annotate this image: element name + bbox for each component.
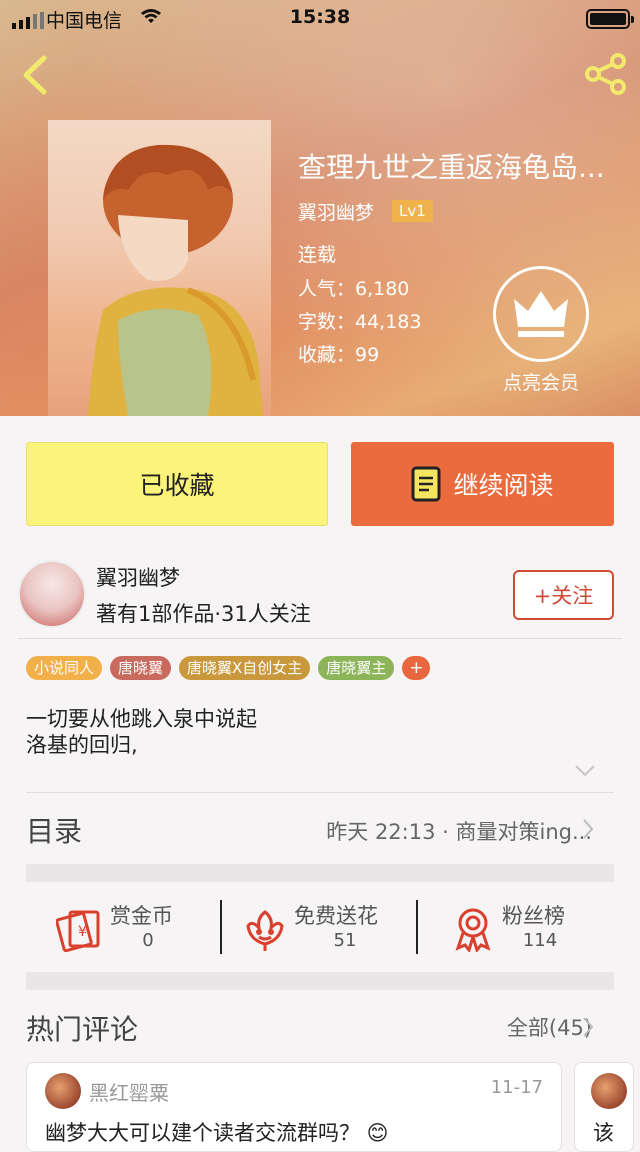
author-name[interactable]: 翼羽幽梦 bbox=[96, 562, 180, 592]
add-tag-button[interactable]: + bbox=[402, 656, 431, 680]
serial-status: 连载 bbox=[298, 244, 337, 266]
latest-chapter[interactable]: 昨天 22:13 · 商量对策ing... bbox=[326, 816, 592, 846]
ribbon-medal-icon bbox=[455, 908, 491, 952]
book-icon bbox=[411, 466, 441, 502]
tag-item[interactable]: 小说同人 bbox=[26, 656, 103, 680]
tag-item[interactable]: 唐晓翼X自创女主 bbox=[179, 656, 311, 680]
commenter-avatar[interactable] bbox=[45, 1073, 81, 1109]
summary-line: 洛基的回归, bbox=[26, 733, 138, 757]
cover-illustration bbox=[88, 144, 263, 416]
hot-comments-heading: 热门评论 bbox=[26, 1013, 139, 1046]
flower-icon bbox=[246, 910, 284, 951]
continue-reading-button[interactable]: 继续阅读 bbox=[351, 442, 614, 526]
author-stats: 著有1部作品·31人关注 bbox=[96, 602, 311, 626]
fan-ranking-value: 114 bbox=[522, 930, 558, 951]
chevron-right-icon[interactable] bbox=[582, 1016, 594, 1038]
book-title: 查理九世之重返海龟岛... bbox=[298, 151, 605, 184]
all-comments-link[interactable]: 全部(45) bbox=[507, 1012, 592, 1042]
tag-item[interactable]: 唐晓翼 bbox=[110, 656, 172, 680]
send-flowers-label: 免费送花 bbox=[294, 904, 378, 928]
back-arrow-icon[interactable] bbox=[18, 54, 52, 96]
divider bbox=[416, 900, 418, 954]
toc-label[interactable]: 目录 bbox=[26, 810, 82, 850]
divider bbox=[18, 638, 622, 639]
popularity-stat: 人气：6,180 bbox=[298, 278, 410, 300]
crown-icon bbox=[514, 291, 568, 337]
vip-label[interactable]: 点亮会员 bbox=[486, 368, 596, 395]
red-envelope-icon: ¥ bbox=[56, 910, 100, 952]
comment-text: 幽梦大大可以建个读者交流群吗？ 😊 bbox=[45, 1121, 389, 1145]
tag-item[interactable]: 唐晓翼主 bbox=[318, 656, 395, 680]
divider bbox=[26, 792, 614, 793]
author-level-badge: Lv1 bbox=[392, 200, 433, 222]
book-author[interactable]: 翼羽幽梦 bbox=[298, 198, 374, 225]
battery-icon bbox=[586, 9, 634, 29]
favorites-stat: 收藏：99 bbox=[298, 344, 380, 366]
section-separator bbox=[26, 864, 614, 882]
svg-text:¥: ¥ bbox=[78, 924, 87, 940]
comment-text: 该 bbox=[593, 1121, 614, 1145]
favorited-button[interactable]: 已收藏 bbox=[26, 442, 328, 526]
reward-coins-value: 0 bbox=[142, 930, 154, 951]
follow-button[interactable]: +关注 bbox=[513, 570, 614, 620]
status-bar: 中国电信 15:38 bbox=[0, 0, 640, 36]
share-icon[interactable] bbox=[582, 52, 630, 96]
book-summary: 一切要从他跳入泉中说起 洛基的回归, bbox=[26, 706, 257, 758]
send-flowers[interactable]: 免费送花 51 bbox=[244, 900, 440, 956]
book-header: 中国电信 15:38 查理九世之重返海龟岛... 翼羽幽梦 Lv1 连载 人气：… bbox=[0, 0, 640, 416]
author-avatar[interactable] bbox=[18, 560, 86, 628]
tag-list: 小说同人 唐晓翼 唐晓翼X自创女主 唐晓翼主 + bbox=[26, 656, 431, 680]
reward-coins-label: 赏金币 bbox=[110, 904, 173, 928]
chevron-right-icon[interactable] bbox=[582, 818, 594, 840]
send-flowers-value: 51 bbox=[333, 930, 357, 951]
commenter-avatar[interactable] bbox=[591, 1073, 627, 1109]
comment-date: 11-17 bbox=[490, 1077, 543, 1098]
section-separator bbox=[26, 972, 614, 990]
word-count-stat: 字数：44,183 bbox=[298, 311, 422, 333]
chevron-down-icon[interactable] bbox=[574, 764, 596, 778]
vip-button[interactable] bbox=[493, 266, 589, 362]
favorited-label: 已收藏 bbox=[139, 471, 215, 500]
reward-coins[interactable]: ¥ 赏金币 0 bbox=[56, 900, 252, 956]
book-cover[interactable] bbox=[48, 120, 271, 416]
fan-ranking[interactable]: 粉丝榜 114 bbox=[452, 900, 640, 956]
fan-ranking-label: 粉丝榜 bbox=[502, 904, 565, 928]
divider bbox=[220, 900, 222, 954]
commenter-name[interactable]: 黑红罂粟 bbox=[89, 1077, 169, 1106]
continue-reading-label: 继续阅读 bbox=[453, 471, 554, 500]
clock: 15:38 bbox=[289, 6, 351, 28]
summary-line: 一切要从他跳入泉中说起 bbox=[26, 707, 257, 731]
